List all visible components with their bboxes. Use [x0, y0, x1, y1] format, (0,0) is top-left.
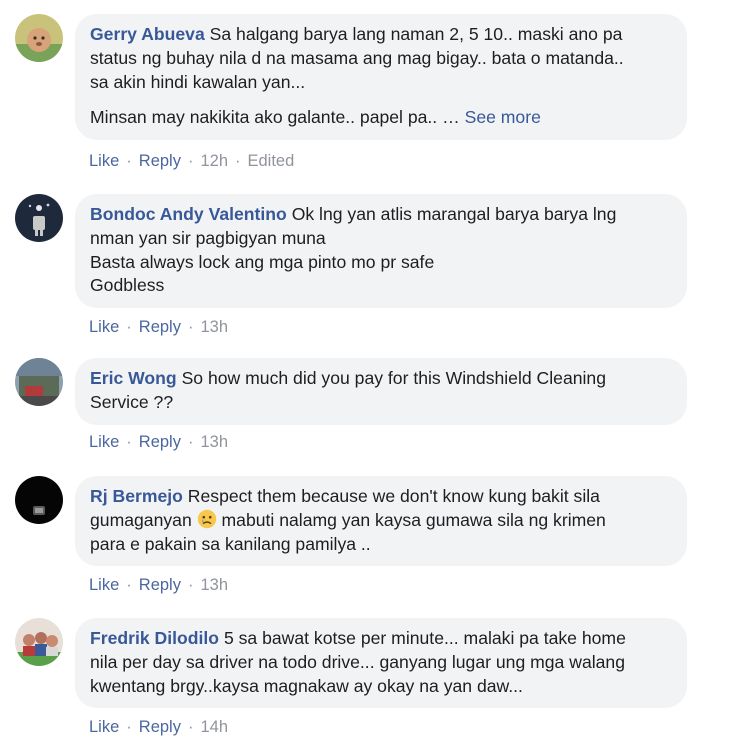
comment-actions: Like · Reply · 13h — [89, 576, 228, 594]
reply-button[interactable]: Reply — [139, 576, 181, 594]
avatar[interactable] — [15, 358, 63, 406]
comment-text: mabuti nalamg yan kaysa gumawa sila ng k… — [221, 509, 606, 530]
avatar[interactable] — [15, 618, 63, 666]
comment-text: Minsan may nakikita ako galante.. papel … — [90, 107, 460, 128]
comment-text: sa akin hindi kawalan yan... — [90, 71, 306, 92]
comment-actions: Like · Reply · 14h — [89, 718, 228, 736]
see-more-link[interactable]: See more — [465, 107, 541, 127]
reply-button[interactable]: Reply — [139, 318, 181, 336]
user-photo-icon — [15, 358, 63, 406]
like-button[interactable]: Like — [89, 433, 119, 451]
user-photo-icon — [15, 14, 63, 62]
like-button[interactable]: Like — [89, 576, 119, 594]
comment-text: nman yan sir pagbigyan muna — [90, 227, 326, 248]
comment-timestamp[interactable]: 13h — [200, 576, 228, 594]
comment-timestamp[interactable]: 12h — [200, 152, 228, 170]
sad-face-emoji-icon — [197, 509, 216, 528]
comment-text: nila per day sa driver na todo drive... … — [90, 651, 625, 672]
like-button[interactable]: Like — [89, 718, 119, 736]
comment-bubble: Bondoc Andy Valentino Ok lng yan atlis m… — [75, 194, 687, 309]
comment-text: kwentang brgy..kaysa magnakaw ay okay na… — [90, 675, 523, 696]
comment-text: Basta always lock ang mga pinto mo pr sa… — [90, 251, 435, 272]
avatar[interactable] — [15, 14, 63, 62]
comment-text: Godbless — [90, 275, 165, 296]
like-button[interactable]: Like — [89, 152, 119, 170]
comment-text: Sa halgang barya lang naman 2, 5 10.. ma… — [209, 24, 623, 44]
comment-author[interactable]: Fredrik Dilodilo — [90, 628, 219, 648]
comment-bubble: Fredrik Dilodilo 5 sa bawat kotse per mi… — [75, 618, 687, 709]
comment-author[interactable]: Gerry Abueva — [90, 24, 205, 44]
comment-bubble: Rj Bermejo Respect them because we don't… — [75, 476, 687, 567]
reply-button[interactable]: Reply — [139, 152, 181, 170]
reply-button[interactable]: Reply — [139, 718, 181, 736]
comment-author[interactable]: Bondoc Andy Valentino — [90, 204, 287, 224]
comment-text: So how much did you pay for this Windshi… — [181, 368, 606, 388]
comment-actions: Like · Reply · 13h — [89, 433, 228, 451]
comment-timestamp[interactable]: 13h — [200, 433, 228, 451]
comment-text: 5 sa bawat kotse per minute... malaki pa… — [223, 628, 626, 648]
comment-text: Service ?? — [90, 391, 174, 412]
comment-bubble: Eric Wong So how much did you pay for th… — [75, 358, 687, 425]
user-photo-icon — [15, 194, 63, 242]
comment-timestamp[interactable]: 13h — [200, 318, 228, 336]
avatar[interactable] — [15, 476, 63, 524]
comment-text: Respect them because we don't know kung … — [187, 486, 600, 506]
comment-author[interactable]: Eric Wong — [90, 368, 177, 388]
like-button[interactable]: Like — [89, 318, 119, 336]
edited-label: Edited — [247, 152, 295, 170]
user-photo-icon — [15, 618, 63, 666]
avatar[interactable] — [15, 194, 63, 242]
user-photo-icon — [15, 476, 63, 524]
comment-actions: Like · Reply · 13h — [89, 318, 228, 336]
comment-text: Ok lng yan atlis marangal barya barya ln… — [291, 204, 617, 224]
comment-actions: Like · Reply · 12h · Edited — [89, 152, 295, 170]
comment-author[interactable]: Rj Bermejo — [90, 486, 183, 506]
reply-button[interactable]: Reply — [139, 433, 181, 451]
comment-text: gumaganyan — [90, 509, 192, 530]
comment-text: status ng buhay nila d na masama ang mag… — [90, 47, 624, 68]
comment-bubble: Gerry Abueva Sa halgang barya lang naman… — [75, 14, 687, 141]
comment-text: para e pakain sa kanilang pamilya .. — [90, 533, 371, 554]
comment-timestamp[interactable]: 14h — [200, 718, 228, 736]
